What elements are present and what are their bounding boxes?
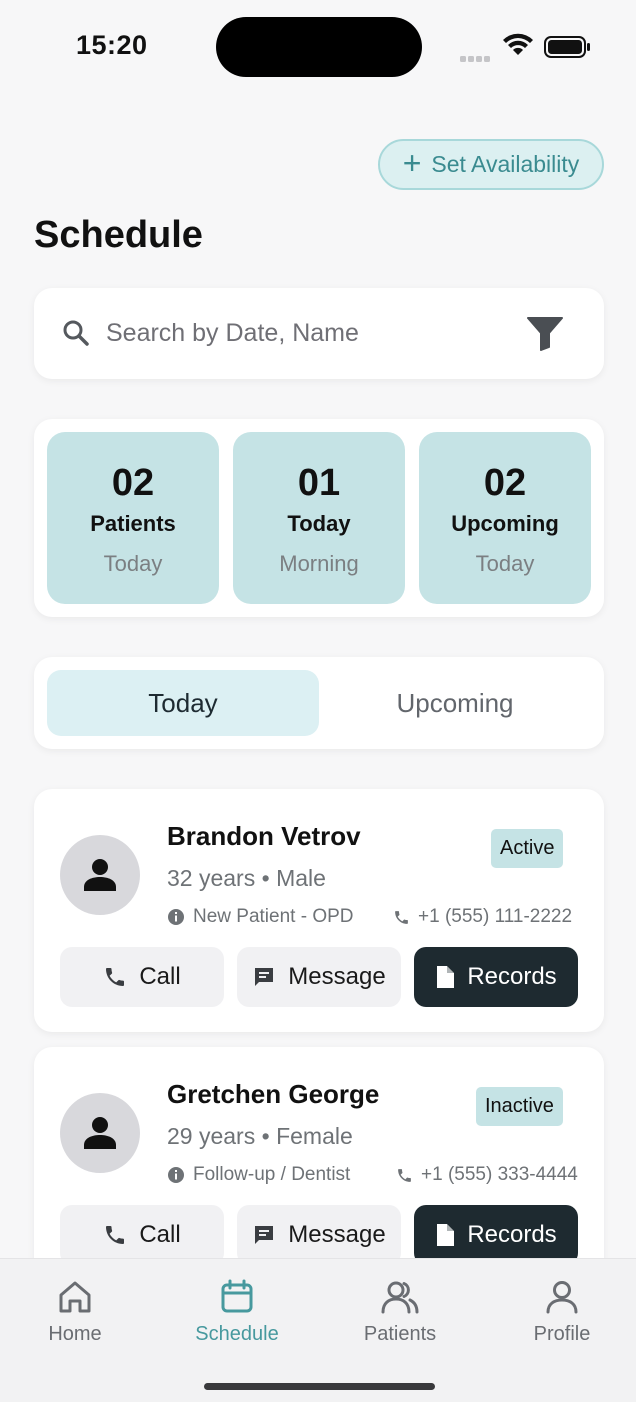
message-label: Message bbox=[288, 963, 386, 990]
records-label: Records bbox=[467, 1221, 557, 1248]
phone-icon bbox=[398, 1168, 411, 1182]
phone-icon bbox=[106, 968, 125, 986]
call-label: Call bbox=[139, 963, 181, 990]
document-icon bbox=[437, 966, 455, 988]
calendar-icon bbox=[221, 1279, 253, 1313]
patient-gender: Male bbox=[276, 865, 326, 891]
status-badge: Inactive bbox=[476, 1087, 563, 1126]
person-icon bbox=[84, 859, 116, 891]
nav-schedule[interactable]: Schedule bbox=[177, 1277, 297, 1346]
patient-phone-number: +1 (555) 111-2222 bbox=[418, 906, 573, 927]
nav-profile-label: Profile bbox=[533, 1323, 591, 1345]
cellular-signal-icon bbox=[460, 49, 492, 62]
stat-sub: Today bbox=[475, 551, 535, 576]
schedule-tabs: Today Upcoming bbox=[34, 657, 604, 749]
stat-sub: Morning bbox=[279, 551, 359, 576]
nav-patients[interactable]: Patients bbox=[340, 1277, 460, 1346]
wifi-icon bbox=[503, 33, 533, 55]
battery-icon bbox=[544, 36, 590, 58]
plus-icon: + bbox=[402, 145, 422, 181]
stat-today-morning: 01 Today Morning bbox=[233, 432, 405, 604]
home-indicator bbox=[204, 1383, 435, 1390]
records-label: Records bbox=[467, 963, 557, 990]
stat-label: Patients bbox=[90, 511, 176, 536]
patient-name: Gretchen George bbox=[167, 1079, 380, 1109]
nav-profile[interactable]: Profile bbox=[502, 1277, 622, 1346]
patient-type: New Patient - OPD bbox=[167, 906, 354, 928]
call-label: Call bbox=[139, 1221, 181, 1248]
tab-upcoming[interactable]: Upcoming bbox=[319, 670, 591, 736]
patient-type: Follow-up / Dentist bbox=[167, 1164, 350, 1186]
nav-schedule-label: Schedule bbox=[195, 1323, 279, 1345]
patient-age-gender: 29 years • Female bbox=[167, 1123, 353, 1150]
stat-sub: Today bbox=[103, 551, 163, 576]
status-bar: 15:20 bbox=[0, 0, 636, 90]
separator-dot: • bbox=[261, 865, 277, 891]
search-icon bbox=[63, 320, 89, 346]
set-availability-button[interactable]: + Set Availability bbox=[378, 139, 604, 190]
search-bar bbox=[34, 288, 604, 379]
status-badge: Active bbox=[491, 829, 564, 868]
call-button[interactable]: Call bbox=[60, 947, 224, 1007]
nav-home[interactable]: Home bbox=[15, 1277, 135, 1346]
users-icon bbox=[381, 1281, 419, 1314]
patient-phone-number: +1 (555) 333-4444 bbox=[421, 1164, 578, 1185]
stat-number: 02 bbox=[483, 462, 527, 504]
patient-card: Brandon Vetrov 32 years • Male New Patie… bbox=[34, 789, 604, 1032]
stat-patients-today: 02 Patients Today bbox=[47, 432, 219, 604]
phone-icon bbox=[395, 910, 408, 924]
document-icon bbox=[437, 1224, 455, 1246]
info-icon bbox=[168, 1167, 184, 1183]
avatar bbox=[60, 835, 140, 915]
stat-number: 02 bbox=[111, 462, 155, 504]
dynamic-island bbox=[216, 17, 422, 77]
patient-age: 32 years bbox=[167, 865, 256, 891]
nav-home-label: Home bbox=[48, 1323, 102, 1345]
message-icon bbox=[255, 968, 274, 986]
tab-today[interactable]: Today bbox=[47, 670, 319, 736]
status-time: 15:20 bbox=[76, 30, 148, 60]
patient-name: Brandon Vetrov bbox=[167, 821, 361, 851]
stats-summary: 02 Patients Today 01 Today Morning 02 Up… bbox=[34, 419, 604, 617]
set-availability-label: Set Availability bbox=[431, 151, 580, 177]
message-button[interactable]: Message bbox=[237, 1205, 401, 1265]
patient-type-label: New Patient - OPD bbox=[193, 906, 354, 927]
filter-icon[interactable] bbox=[526, 315, 564, 351]
patient-phone: +1 (555) 111-2222 bbox=[393, 906, 572, 928]
message-icon bbox=[255, 1226, 274, 1244]
user-icon bbox=[546, 1281, 578, 1314]
patient-phone: +1 (555) 333-4444 bbox=[396, 1164, 578, 1186]
records-button[interactable]: Records bbox=[414, 947, 578, 1007]
patient-card: Gretchen George 29 years • Female Follow… bbox=[34, 1047, 604, 1290]
bottom-tab-bar: Home Schedule Patients Profile bbox=[0, 1258, 636, 1402]
search-input[interactable] bbox=[106, 308, 506, 358]
records-button[interactable]: Records bbox=[414, 1205, 578, 1265]
call-button[interactable]: Call bbox=[60, 1205, 224, 1265]
page-title: Schedule bbox=[34, 214, 203, 256]
patient-type-label: Follow-up / Dentist bbox=[193, 1164, 351, 1185]
person-icon bbox=[84, 1117, 116, 1149]
stat-label: Today bbox=[287, 511, 351, 536]
message-label: Message bbox=[288, 1221, 386, 1248]
avatar bbox=[60, 1093, 140, 1173]
message-button[interactable]: Message bbox=[237, 947, 401, 1007]
separator-dot: • bbox=[261, 1123, 277, 1149]
home-icon bbox=[59, 1281, 91, 1313]
nav-patients-label: Patients bbox=[363, 1323, 437, 1345]
stat-label: Upcoming bbox=[451, 511, 559, 536]
patient-age: 29 years bbox=[167, 1123, 256, 1149]
info-icon bbox=[168, 909, 184, 925]
phone-icon bbox=[106, 1226, 125, 1244]
patient-age-gender: 32 years • Male bbox=[167, 865, 326, 892]
patient-gender: Female bbox=[276, 1123, 353, 1149]
stat-upcoming-today: 02 Upcoming Today bbox=[419, 432, 591, 604]
stat-number: 01 bbox=[297, 462, 341, 504]
